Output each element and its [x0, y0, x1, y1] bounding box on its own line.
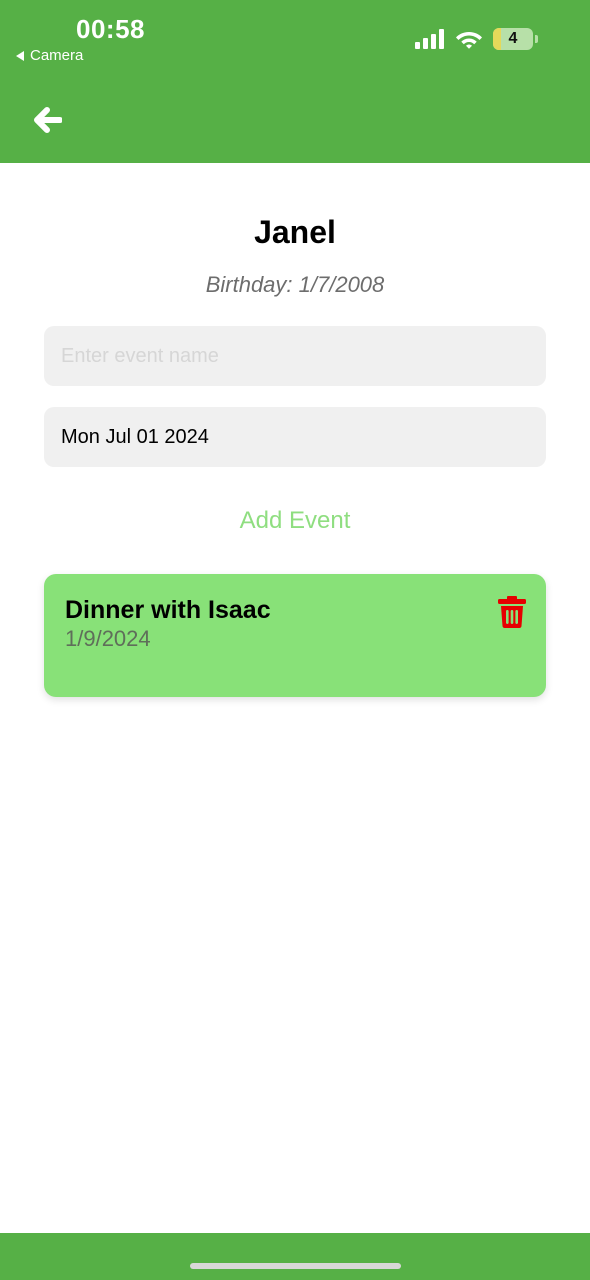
event-date-picker[interactable]: Mon Jul 01 2024 [44, 407, 546, 467]
delete-event-button[interactable] [498, 596, 526, 628]
trash-icon [498, 596, 526, 628]
person-birthday: Birthday: 1/7/2008 [205, 272, 385, 297]
event-name-input[interactable] [44, 326, 546, 386]
person-name: Janel [254, 214, 336, 250]
app-header: 00:58 Camera 4 [0, 0, 590, 163]
status-time: 00:58 [76, 14, 145, 44]
arrow-left-icon [34, 107, 62, 133]
battery-tip [535, 35, 538, 43]
event-card[interactable]: Dinner with Isaac 1/9/2024 [44, 574, 546, 697]
back-triangle-icon [16, 50, 24, 61]
home-indicator[interactable] [190, 1263, 401, 1269]
back-button[interactable] [28, 100, 68, 140]
signal-icon [415, 29, 444, 49]
wifi-icon [456, 32, 482, 49]
add-event-button[interactable]: Add Event [0, 507, 590, 535]
event-date-value: Mon Jul 01 2024 [61, 425, 209, 448]
bottom-bar [0, 1233, 590, 1280]
status-back-to-app[interactable]: Camera [16, 47, 83, 64]
status-back-label: Camera [30, 47, 84, 64]
event-date: 1/9/2024 [65, 626, 151, 651]
battery-indicator: 4 [493, 28, 533, 50]
battery-level: 4 [508, 30, 518, 47]
event-title: Dinner with Isaac [65, 596, 271, 624]
status-icons: 4 [415, 28, 538, 50]
